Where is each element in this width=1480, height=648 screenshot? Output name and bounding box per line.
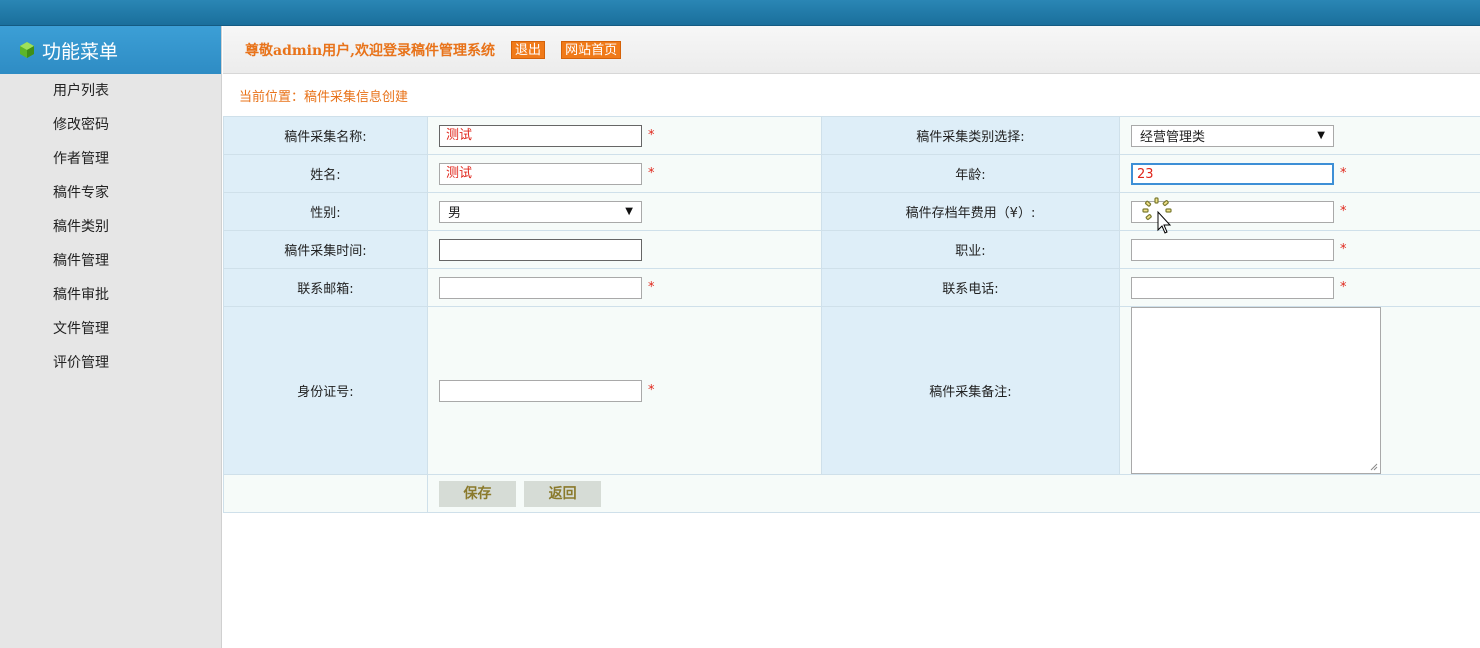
dropdown-arrow-icon: ▼ [1317, 130, 1325, 141]
category-label: 稿件采集类别选择: [821, 116, 1120, 155]
sidebar-item-user-list[interactable]: 用户列表 [0, 74, 221, 108]
name-label: 稿件采集名称: [223, 116, 428, 155]
gender-label: 性别: [223, 192, 428, 231]
sidebar-item-review-management[interactable]: 评价管理 [0, 346, 221, 380]
site-home-button[interactable]: 网站首页 [561, 40, 622, 59]
sidebar-item-manuscript-expert[interactable]: 稿件专家 [0, 176, 221, 210]
required-mark: * [648, 383, 655, 398]
name-input[interactable]: 测试 [439, 124, 642, 147]
person-name-input[interactable]: 测试 [439, 162, 642, 185]
logout-button[interactable]: 退出 [511, 40, 546, 59]
person-name-label: 姓名: [223, 154, 428, 193]
sidebar-item-author-management[interactable]: 作者管理 [0, 142, 221, 176]
main-content: 尊敬admin用户,欢迎登录稿件管理系统 退出 网站首页 当前位置：稿件采集信息… [223, 26, 1480, 648]
breadcrumb: 当前位置：稿件采集信息创建 [223, 74, 1480, 116]
sidebar-menu: 用户列表 修改密码 作者管理 稿件专家 稿件类别 稿件管理 稿件审批 文件管理 … [0, 74, 221, 380]
required-mark: * [648, 128, 655, 143]
remark-textarea[interactable] [1131, 307, 1381, 474]
occupation-label: 职业: [821, 230, 1120, 269]
sidebar-item-change-password[interactable]: 修改密码 [0, 108, 221, 142]
resize-grip-icon[interactable] [1370, 463, 1378, 471]
gender-selected-value: 男 [448, 206, 462, 221]
required-mark: * [648, 166, 655, 181]
required-mark: * [1340, 242, 1347, 257]
required-mark: * [1340, 280, 1347, 295]
required-mark: * [648, 280, 655, 295]
back-button[interactable]: 返回 [524, 480, 602, 507]
fee-input[interactable] [1131, 200, 1334, 223]
gem-icon [18, 41, 36, 59]
welcome-bar: 尊敬admin用户,欢迎登录稿件管理系统 退出 网站首页 [223, 26, 1480, 74]
id-card-input[interactable] [439, 379, 642, 402]
sidebar-item-manuscript-approval[interactable]: 稿件审批 [0, 278, 221, 312]
phone-label: 联系电话: [821, 268, 1120, 307]
remark-label: 稿件采集备注: [821, 306, 1120, 475]
welcome-text: 尊敬admin用户,欢迎登录稿件管理系统 [245, 42, 496, 59]
sidebar-header: 功能菜单 [0, 26, 221, 74]
top-bar [0, 0, 1480, 26]
fee-label: 稿件存档年费用（¥）: [821, 192, 1120, 231]
category-selected-value: 经营管理类 [1140, 130, 1206, 145]
sidebar-item-manuscript-category[interactable]: 稿件类别 [0, 210, 221, 244]
required-mark: * [1340, 204, 1347, 219]
sidebar-item-manuscript-management[interactable]: 稿件管理 [0, 244, 221, 278]
id-card-label: 身份证号: [223, 306, 428, 475]
phone-input[interactable] [1131, 276, 1334, 299]
sidebar-title: 功能菜单 [42, 40, 119, 63]
collect-time-label: 稿件采集时间: [223, 230, 428, 269]
age-input[interactable]: 23 [1131, 162, 1334, 185]
email-input[interactable] [439, 276, 642, 299]
occupation-input[interactable] [1131, 238, 1334, 261]
email-label: 联系邮箱: [223, 268, 428, 307]
manuscript-form: 稿件采集名称: 测试 * 稿件采集类别选择: 经营管理类 ▼ 姓名: 测试 * 年龄… [223, 116, 1480, 513]
required-mark: * [1340, 166, 1347, 181]
collect-time-input[interactable] [439, 238, 642, 261]
category-select[interactable]: 经营管理类 ▼ [1131, 124, 1334, 147]
dropdown-arrow-icon: ▼ [625, 206, 633, 217]
gender-select[interactable]: 男 ▼ [439, 200, 642, 223]
age-label: 年龄: [821, 154, 1120, 193]
save-button[interactable]: 保存 [439, 480, 516, 507]
sidebar-item-file-management[interactable]: 文件管理 [0, 312, 221, 346]
sidebar: 功能菜单 用户列表 修改密码 作者管理 稿件专家 稿件类别 稿件管理 稿件审批 … [0, 26, 222, 648]
